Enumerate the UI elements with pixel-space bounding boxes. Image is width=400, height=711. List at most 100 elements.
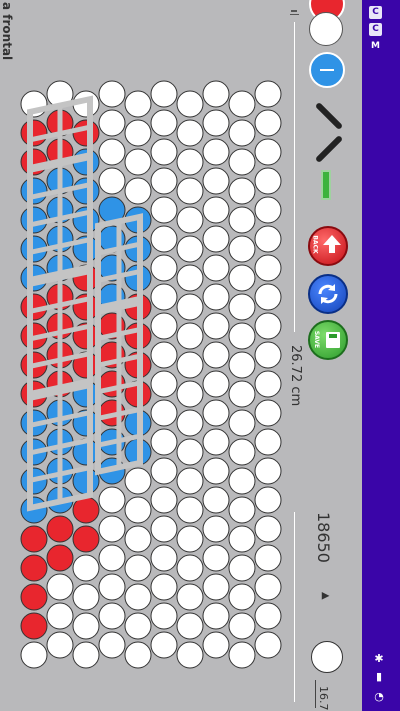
battery-cell[interactable] (150, 515, 178, 543)
battery-cell[interactable] (124, 119, 152, 147)
battery-cell[interactable] (228, 206, 256, 234)
reverse-diagonal-connector-tool[interactable] (312, 133, 344, 164)
battery-cell[interactable] (176, 380, 204, 408)
battery-cell[interactable] (150, 225, 178, 253)
battery-cell[interactable] (46, 602, 74, 630)
battery-cell[interactable] (202, 138, 230, 166)
battery-cell[interactable] (124, 554, 152, 582)
battery-cell[interactable] (228, 641, 256, 669)
battery-cell[interactable] (150, 573, 178, 601)
battery-cell[interactable] (124, 525, 152, 553)
battery-cell[interactable] (176, 583, 204, 611)
battery-cell[interactable] (254, 544, 282, 572)
battery-cell[interactable] (72, 554, 100, 582)
battery-cell[interactable] (202, 457, 230, 485)
battery-cell[interactable] (176, 351, 204, 379)
battery-cell[interactable] (124, 583, 152, 611)
battery-cell[interactable] (254, 428, 282, 456)
battery-cell[interactable] (72, 583, 100, 611)
battery-cell[interactable] (228, 293, 256, 321)
battery-cell[interactable] (254, 486, 282, 514)
battery-cell[interactable] (124, 496, 152, 524)
battery-cell[interactable] (20, 119, 48, 147)
battery-cell[interactable] (98, 573, 126, 601)
battery-cell[interactable] (46, 573, 74, 601)
battery-cell[interactable] (98, 80, 126, 108)
battery-cell[interactable] (150, 341, 178, 369)
battery-cell[interactable] (228, 177, 256, 205)
battery-cell[interactable] (98, 544, 126, 572)
battery-cell[interactable] (202, 196, 230, 224)
battery-cell[interactable] (46, 544, 74, 572)
battery-cell[interactable] (254, 80, 282, 108)
battery-cell[interactable] (254, 370, 282, 398)
battery-cell[interactable] (150, 109, 178, 137)
battery-cell[interactable] (176, 496, 204, 524)
battery-cell[interactable] (72, 525, 100, 553)
diagonal-connector-tool[interactable] (312, 100, 344, 131)
battery-cell[interactable] (202, 254, 230, 282)
color-blue-swatch[interactable] (309, 52, 345, 88)
battery-cell[interactable] (124, 467, 152, 495)
back-button[interactable]: BACK (308, 226, 348, 266)
straight-connector-tool[interactable] (321, 170, 331, 200)
battery-cell[interactable] (176, 641, 204, 669)
battery-cell[interactable] (150, 254, 178, 282)
battery-cell[interactable] (202, 573, 230, 601)
battery-cell[interactable] (150, 428, 178, 456)
battery-cell[interactable] (254, 225, 282, 253)
battery-cell[interactable] (202, 428, 230, 456)
battery-cell[interactable] (150, 399, 178, 427)
battery-cell[interactable] (254, 138, 282, 166)
battery-cell[interactable] (228, 351, 256, 379)
battery-cell[interactable] (228, 467, 256, 495)
battery-cell[interactable] (150, 80, 178, 108)
battery-cell[interactable] (72, 612, 100, 640)
battery-cell[interactable] (150, 167, 178, 195)
battery-cell[interactable] (254, 167, 282, 195)
battery-cell[interactable] (228, 235, 256, 263)
battery-cell[interactable] (72, 119, 100, 147)
battery-cell[interactable] (176, 148, 204, 176)
battery-cell[interactable] (98, 631, 126, 659)
battery-cell[interactable] (150, 457, 178, 485)
battery-cell[interactable] (124, 177, 152, 205)
save-button[interactable]: SAVE (308, 320, 348, 360)
battery-cell[interactable] (150, 602, 178, 630)
battery-cell[interactable] (20, 525, 48, 553)
battery-cell[interactable] (228, 90, 256, 118)
battery-cell[interactable] (20, 554, 48, 582)
battery-cell[interactable] (202, 283, 230, 311)
battery-cell[interactable] (176, 409, 204, 437)
battery-cell[interactable] (98, 486, 126, 514)
battery-cell[interactable] (176, 119, 204, 147)
battery-cell[interactable] (254, 602, 282, 630)
battery-cell[interactable] (254, 573, 282, 601)
battery-cell[interactable] (176, 525, 204, 553)
battery-cell[interactable] (254, 283, 282, 311)
battery-cell[interactable] (98, 138, 126, 166)
battery-cell[interactable] (228, 148, 256, 176)
battery-cell[interactable] (176, 90, 204, 118)
battery-cell[interactable] (202, 167, 230, 195)
battery-cell[interactable] (176, 264, 204, 292)
battery-cell[interactable] (254, 254, 282, 282)
battery-cell[interactable] (150, 312, 178, 340)
battery-cell[interactable] (20, 583, 48, 611)
battery-cell[interactable] (124, 148, 152, 176)
battery-cell[interactable] (72, 177, 100, 205)
battery-cell[interactable] (254, 109, 282, 137)
battery-cell[interactable] (98, 602, 126, 630)
battery-cell[interactable] (228, 322, 256, 350)
battery-cell[interactable] (176, 177, 204, 205)
battery-cell[interactable] (228, 438, 256, 466)
battery-cell[interactable] (228, 264, 256, 292)
battery-cell[interactable] (202, 109, 230, 137)
cell-type-label[interactable]: 18650 (314, 512, 333, 563)
battery-cell[interactable] (150, 370, 178, 398)
battery-cell[interactable] (176, 322, 204, 350)
battery-cell[interactable] (124, 612, 152, 640)
battery-cell[interactable] (228, 409, 256, 437)
battery-cell[interactable] (202, 544, 230, 572)
battery-cell[interactable] (202, 312, 230, 340)
